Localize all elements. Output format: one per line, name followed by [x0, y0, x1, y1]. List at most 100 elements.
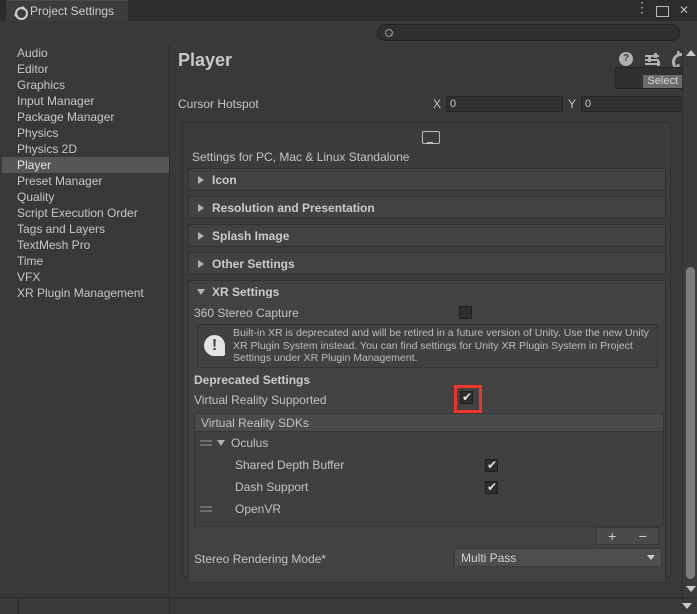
deprecated-settings-label: Deprecated Settings [194, 373, 311, 387]
chevron-right-icon [197, 203, 205, 212]
stereo-rendering-mode-label: Stereo Rendering Mode* [194, 552, 327, 566]
sidebar-item-vfx[interactable]: VFX [2, 269, 169, 285]
sdk-option-label: Shared Depth Buffer [235, 458, 345, 472]
status-segment [19, 598, 170, 614]
chevron-down-icon [647, 555, 655, 560]
panel-header-icons [619, 52, 690, 71]
chevron-down-icon[interactable] [682, 603, 692, 609]
close-icon[interactable] [678, 4, 691, 17]
help-icon[interactable] [619, 52, 633, 66]
search-icon [385, 28, 393, 37]
chevron-right-icon [197, 231, 205, 240]
maximize-icon[interactable] [655, 4, 669, 17]
sdk-option-label: Dash Support [235, 480, 309, 494]
preset-icon[interactable] [645, 52, 659, 66]
sdk-option-dash-support: Dash Support [195, 476, 663, 498]
settings-sidebar[interactable]: Audio Editor Graphics Input Manager Pack… [2, 45, 170, 597]
sdk-item-openvr[interactable]: OpenVR [195, 498, 663, 520]
vr-sdks-header: Virtual Reality SDKs [194, 413, 664, 432]
tab-label: Project Settings [30, 4, 115, 18]
foldout-other-settings[interactable]: Other Settings [188, 252, 666, 275]
sidebar-item-editor[interactable]: Editor [2, 61, 169, 77]
foldout-resolution-and-presentation[interactable]: Resolution and Presentation [188, 196, 666, 219]
cursor-hotspot-y-input[interactable] [581, 96, 697, 112]
status-bar [0, 597, 697, 614]
xr-settings-body: 360 Stereo Capture Built-in XR is deprec… [188, 298, 666, 583]
sidebar-item-time[interactable]: Time [2, 253, 169, 269]
project-settings-window: Project Settings Audio Editor Graphics I… [0, 0, 697, 614]
tab-project-settings[interactable]: Project Settings [6, 0, 129, 21]
stereo-rendering-mode-dropdown[interactable]: Multi Pass [454, 548, 662, 567]
sidebar-item-audio[interactable]: Audio [2, 45, 169, 61]
sidebar-item-script-execution-order[interactable]: Script Execution Order [2, 205, 169, 221]
search-box[interactable] [377, 24, 680, 41]
chevron-right-icon [197, 175, 205, 184]
sidebar-item-preset-manager[interactable]: Preset Manager [2, 173, 169, 189]
sidebar-item-graphics[interactable]: Graphics [2, 77, 169, 93]
gear-icon [14, 6, 28, 20]
vertical-scrollbar[interactable] [682, 45, 697, 597]
scroll-up-arrow[interactable] [686, 50, 696, 56]
sidebar-item-quality[interactable]: Quality [2, 189, 169, 205]
search-input[interactable] [397, 26, 667, 39]
foldout-label: Splash Image [212, 228, 290, 243]
dash-support-checkbox[interactable] [485, 480, 498, 495]
virtual-reality-supported-checkbox[interactable] [460, 390, 473, 405]
drag-handle-icon[interactable] [200, 506, 212, 512]
drag-handle-icon[interactable] [200, 440, 212, 446]
sidebar-item-package-manager[interactable]: Package Manager [2, 109, 169, 125]
sdk-list-toolbar: + − [596, 527, 659, 545]
dots-vertical-icon[interactable] [632, 1, 649, 17]
sidebar-item-tags-and-layers[interactable]: Tags and Layers [2, 221, 169, 237]
icon-object-field[interactable]: Select [615, 67, 683, 89]
platform-settings-box: Settings for PC, Mac & Linux Standalone … [182, 122, 671, 583]
cursor-hotspot-y-label: Y [568, 97, 577, 111]
window-controls [632, 0, 691, 21]
sidebar-item-player[interactable]: Player [2, 157, 169, 173]
sidebar-item-textmesh-pro[interactable]: TextMesh Pro [2, 237, 169, 253]
shared-depth-buffer-checkbox[interactable] [485, 458, 498, 473]
sidebar-item-xr-plugin-management[interactable]: XR Plugin Management [2, 285, 169, 301]
stereo-capture-checkbox[interactable] [459, 306, 472, 319]
sdk-item-oculus[interactable]: Oculus [195, 432, 663, 454]
player-sections: Icon Resolution and Presentation Splash … [188, 168, 666, 583]
sdk-option-shared-depth-buffer: Shared Depth Buffer [195, 454, 663, 476]
add-sdk-button[interactable]: + [608, 528, 616, 544]
remove-sdk-button[interactable]: − [639, 528, 647, 544]
cursor-hotspot-label: Cursor Hotspot [178, 97, 259, 111]
stereo-capture-label: 360 Stereo Capture [194, 306, 299, 320]
vr-sdks-list[interactable]: Oculus Shared Depth Buffer Dash Support [194, 432, 664, 527]
warning-text: Built-in XR is deprecated and will be re… [233, 327, 649, 365]
vr-sdks-header-label: Virtual Reality SDKs [201, 415, 309, 430]
chevron-down-icon [217, 439, 225, 447]
platform-caption: Settings for PC, Mac & Linux Standalone [192, 150, 410, 164]
sidebar-item-physics-2d[interactable]: Physics 2D [2, 141, 169, 157]
foldout-label: Resolution and Presentation [212, 200, 375, 215]
sidebar-item-input-manager[interactable]: Input Manager [2, 93, 169, 109]
sdk-name: Oculus [231, 436, 269, 450]
virtual-reality-supported-label: Virtual Reality Supported [194, 393, 327, 407]
warning-icon [204, 335, 226, 357]
sidebar-item-physics[interactable]: Physics [2, 125, 169, 141]
stereo-capture-row: 360 Stereo Capture [194, 304, 654, 322]
dropdown-value: Multi Pass [461, 550, 517, 565]
status-segment [0, 598, 19, 614]
foldout-icon[interactable]: Icon [188, 168, 666, 191]
cursor-hotspot-x-label: X [433, 97, 442, 111]
scrollbar-thumb[interactable] [686, 267, 695, 579]
window-title-bar: Project Settings [0, 0, 697, 21]
xr-deprecation-warning: Built-in XR is deprecated and will be re… [197, 324, 658, 368]
chevron-right-icon [197, 259, 205, 268]
foldout-label: XR Settings [212, 284, 280, 299]
select-button[interactable]: Select [643, 75, 682, 88]
monitor-icon[interactable] [422, 131, 440, 144]
foldout-label: Other Settings [212, 256, 295, 271]
cursor-hotspot-row: Cursor Hotspot X Y [178, 95, 697, 113]
scroll-down-arrow[interactable] [686, 586, 696, 592]
foldout-splash-image[interactable]: Splash Image [188, 224, 666, 247]
cursor-hotspot-x-input[interactable] [446, 96, 563, 112]
chevron-down-icon [197, 288, 205, 296]
sdk-name: OpenVR [235, 502, 282, 516]
player-settings-panel: Player Select Cursor Hotspot X Y Setting… [171, 45, 697, 597]
page-title: Player [178, 50, 233, 70]
